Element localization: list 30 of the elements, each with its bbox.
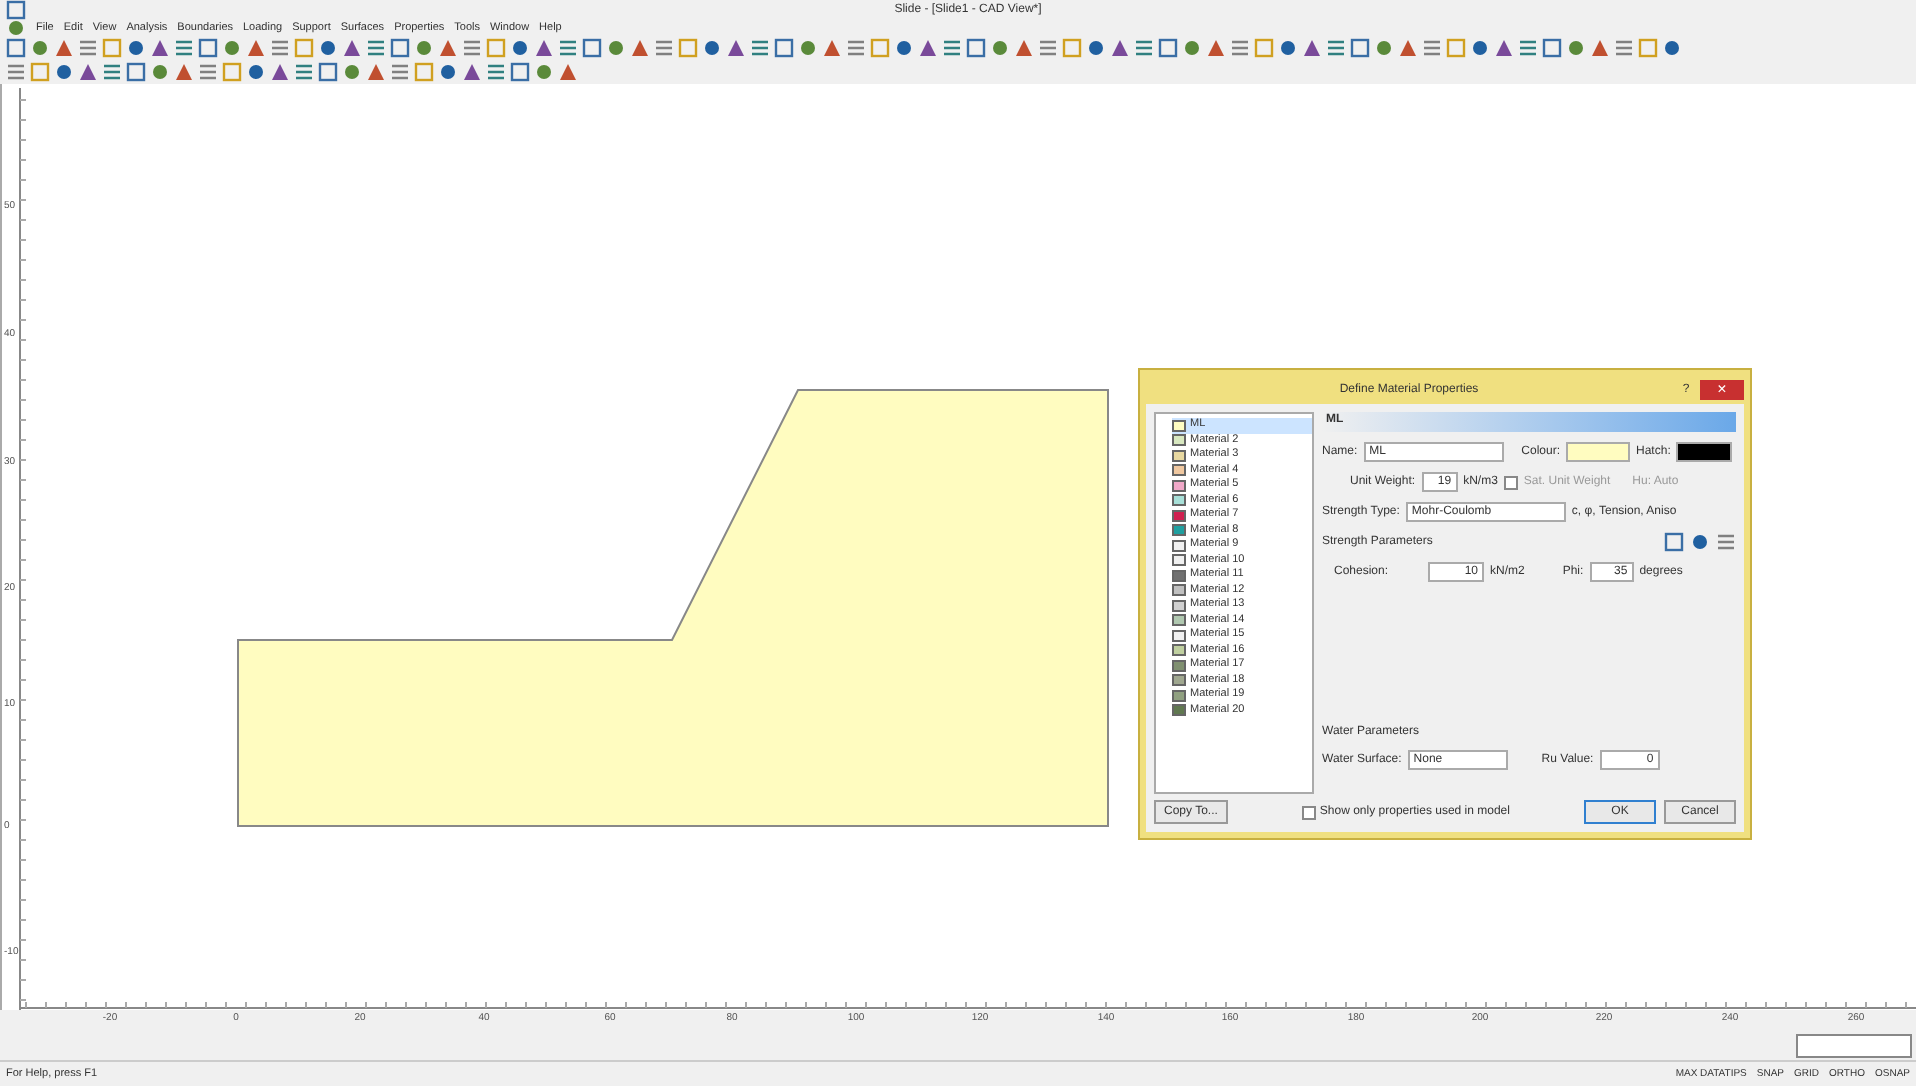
toolbar-icon[interactable] xyxy=(846,38,866,58)
toolbar-icon[interactable] xyxy=(294,62,314,82)
toolbar-icon[interactable] xyxy=(198,62,218,82)
toolbar-icon[interactable] xyxy=(1518,38,1538,58)
command-field[interactable] xyxy=(1796,1033,1912,1057)
toolbar-icon[interactable] xyxy=(270,38,290,58)
toolbar-icon[interactable] xyxy=(1716,532,1736,552)
toolbar-icon[interactable] xyxy=(1422,38,1442,58)
close-button[interactable]: × xyxy=(1700,380,1744,400)
toolbar-icon[interactable] xyxy=(1614,38,1634,58)
toolbar-icon[interactable] xyxy=(942,38,962,58)
toolbar-icon[interactable] xyxy=(366,38,386,58)
toolbar-icon[interactable] xyxy=(558,38,578,58)
toolbar-icon[interactable] xyxy=(390,62,410,82)
hatch-picker[interactable] xyxy=(1676,442,1733,462)
toolbar-icon[interactable] xyxy=(486,62,506,82)
toolbar-icon[interactable] xyxy=(1134,38,1154,58)
toolbar-icon[interactable] xyxy=(750,38,770,58)
toolbar-icon[interactable] xyxy=(1230,38,1250,58)
toolbar-icon[interactable] xyxy=(174,38,194,58)
checkbox[interactable] xyxy=(1301,805,1316,819)
toolbar-icon[interactable] xyxy=(102,62,122,82)
colour-picker[interactable] xyxy=(1566,442,1631,462)
toolbar-icon[interactable] xyxy=(654,38,674,58)
toolbar-icon[interactable] xyxy=(6,62,26,82)
toolbar-icon[interactable] xyxy=(1326,38,1346,58)
toolbar-icon[interactable] xyxy=(462,38,482,58)
toolbar-icon[interactable] xyxy=(78,38,98,58)
checkbox[interactable] xyxy=(1503,475,1518,489)
toolbar-icon[interactable] xyxy=(1038,38,1058,58)
